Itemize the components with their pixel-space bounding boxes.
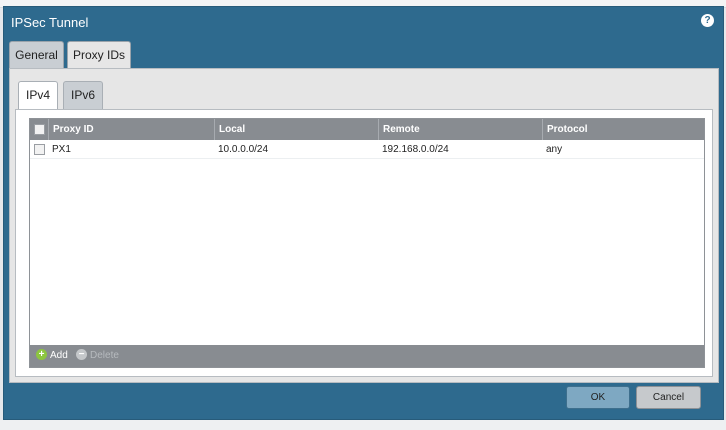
add-label: Add [50, 350, 68, 361]
add-button[interactable]: + Add [36, 345, 68, 367]
tab-ipv6[interactable]: IPv6 [63, 81, 103, 109]
cancel-button[interactable]: Cancel [636, 386, 701, 409]
delete-label: Delete [90, 350, 119, 361]
table-row[interactable]: PX1 10.0.0.0/24 192.168.0.0/24 any [30, 140, 704, 159]
proxy-id-table: Proxy ID Local Remote Protocol PX1 10.0.… [29, 118, 705, 368]
cell-proxy-id: PX1 [52, 144, 71, 155]
delete-button[interactable]: − Delete [76, 345, 119, 367]
tab-proxy-ids[interactable]: Proxy IDs [67, 41, 131, 69]
column-header-remote[interactable]: Remote [378, 119, 542, 140]
cell-protocol: any [546, 144, 563, 155]
table-header: Proxy ID Local Remote Protocol [30, 119, 704, 140]
help-icon[interactable]: ? [701, 14, 714, 27]
proxy-ids-panel: IPv4 IPv6 Proxy ID Local Remote Protocol… [9, 68, 719, 383]
select-all-checkbox[interactable] [34, 124, 45, 135]
cell-local: 10.0.0.0/24 [218, 144, 269, 155]
select-all-cell [30, 119, 48, 140]
dialog-title: IPSec Tunnel [11, 15, 89, 30]
ipv4-panel: Proxy ID Local Remote Protocol PX1 10.0.… [15, 109, 713, 377]
cell-remote: 192.168.0.0/24 [382, 144, 449, 155]
background-window-bottom [0, 420, 726, 430]
tab-ipv4[interactable]: IPv4 [18, 81, 58, 110]
dialog-titlebar: IPSec Tunnel ? [4, 7, 723, 37]
ipsec-tunnel-dialog: IPSec Tunnel ? General Proxy IDs IPv4 IP… [3, 6, 724, 420]
ok-button[interactable]: OK [566, 386, 630, 409]
tab-general[interactable]: General [9, 41, 64, 68]
row-checkbox[interactable] [34, 144, 45, 155]
column-header-proxy-id[interactable]: Proxy ID [48, 119, 214, 140]
column-header-local[interactable]: Local [214, 119, 378, 140]
column-header-protocol[interactable]: Protocol [542, 119, 706, 140]
plus-icon: + [36, 348, 47, 360]
table-toolbar: + Add − Delete [30, 345, 704, 367]
minus-icon: − [76, 348, 87, 360]
